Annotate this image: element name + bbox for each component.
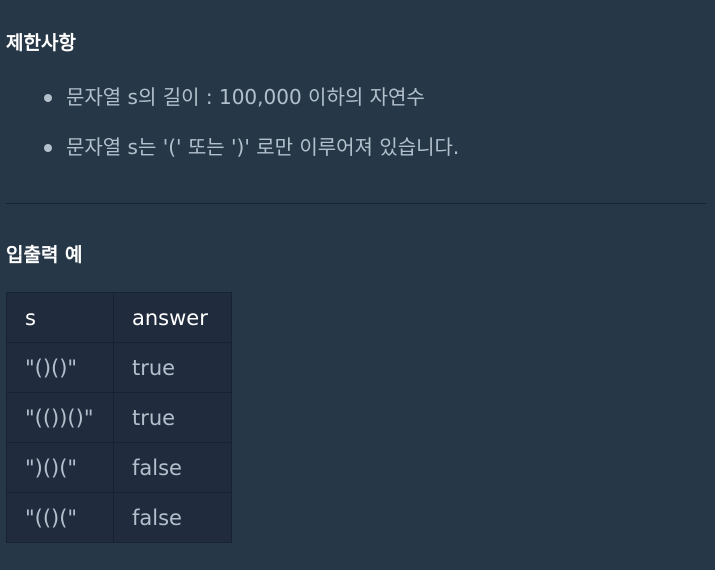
constraint-item: 문자열 s의 길이 : 100,000 이하의 자연수 (6, 80, 459, 130)
problem-description: 제한사항 문자열 s의 길이 : 100,000 이하의 자연수 문자열 s는 … (0, 0, 715, 570)
cell-answer: false (113, 442, 232, 493)
table-header-row: s answer (6, 292, 232, 343)
constraints-list: 문자열 s의 길이 : 100,000 이하의 자연수 문자열 s는 '(' 또… (6, 80, 459, 180)
constraints-heading: 제한사항 (6, 32, 76, 54)
constraint-item: 문자열 s는 '(' 또는 ')' 로만 이루어져 있습니다. (6, 130, 459, 180)
cell-s: "(()(" (6, 492, 114, 543)
cell-answer: true (113, 342, 232, 393)
bullet-icon (44, 94, 52, 102)
table-row: "()()" true (6, 342, 232, 393)
examples-table: s answer "()()" true "(())()" true ")()(… (6, 292, 232, 543)
bullet-icon (44, 144, 52, 152)
table-row: "(()(" false (6, 492, 232, 543)
cell-s: "()()" (6, 342, 114, 393)
table-row: "(())()" true (6, 392, 232, 443)
examples-heading: 입출력 예 (6, 244, 83, 266)
section-divider (6, 203, 706, 204)
cell-answer: true (113, 392, 232, 443)
constraint-text: 문자열 s는 '(' 또는 ')' 로만 이루어져 있습니다. (66, 135, 460, 159)
cell-answer: false (113, 492, 232, 543)
header-s: s (6, 292, 114, 343)
constraint-text: 문자열 s의 길이 : 100,000 이하의 자연수 (66, 85, 425, 109)
table-row: ")()(" false (6, 442, 232, 493)
cell-s: ")()(" (6, 442, 114, 493)
header-answer: answer (113, 292, 232, 343)
cell-s: "(())()" (6, 392, 114, 443)
